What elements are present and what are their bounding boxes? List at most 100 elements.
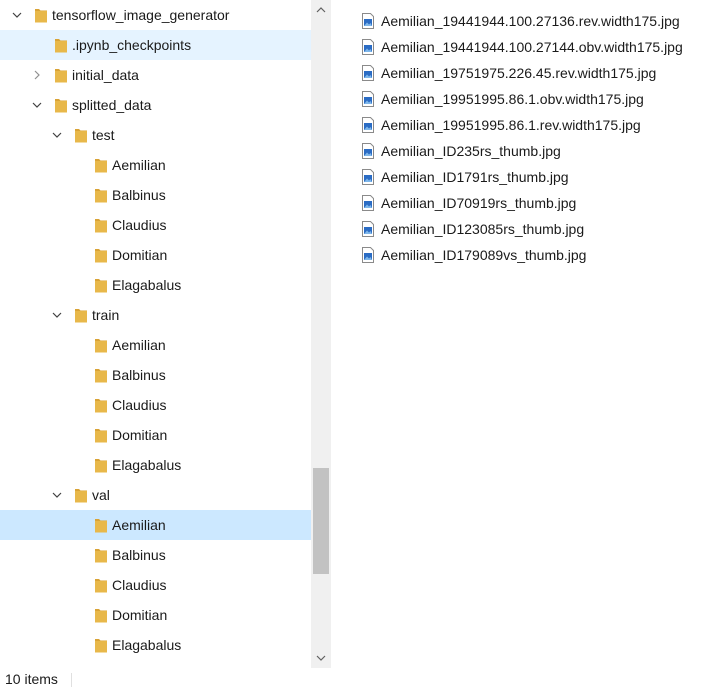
file-list: Aemilian_19441944.100.27136.rev.width175… <box>331 0 720 668</box>
nav-tree-item[interactable]: Elagabalus <box>0 630 311 660</box>
nav-tree-label: Balbinus <box>112 187 166 203</box>
folder-icon <box>94 187 108 203</box>
file-item[interactable]: Aemilian_19441944.100.27136.rev.width175… <box>361 8 680 34</box>
nav-tree-label: .ipynb_checkpoints <box>72 37 192 53</box>
nav-tree-item[interactable]: train <box>0 300 311 330</box>
file-name: Aemilian_ID179089vs_thumb.jpg <box>381 247 587 263</box>
chevron-down-icon[interactable] <box>9 0 25 30</box>
image-file-icon <box>361 117 375 133</box>
image-file-icon <box>361 247 375 263</box>
image-file-icon <box>361 169 375 185</box>
folder-icon <box>94 337 108 353</box>
image-file-icon <box>361 221 375 237</box>
file-name: Aemilian_19441944.100.27144.obv.width175… <box>381 39 683 55</box>
navigation-pane: tensorflow_image_generator .ipynb_checkpo… <box>0 0 311 668</box>
file-item[interactable]: Aemilian_ID235rs_thumb.jpg <box>361 138 561 164</box>
file-item[interactable]: Aemilian_ID70919rs_thumb.jpg <box>361 190 576 216</box>
chevron-down-icon[interactable] <box>49 120 65 150</box>
folder-icon <box>94 427 108 443</box>
nav-tree-item[interactable]: Aemilian <box>0 150 311 180</box>
nav-tree-label: Balbinus <box>112 547 166 563</box>
folder-icon <box>94 547 108 563</box>
image-file-icon <box>361 91 375 107</box>
file-item[interactable]: Aemilian_ID123085rs_thumb.jpg <box>361 216 584 242</box>
nav-tree-item[interactable]: tensorflow_image_generator <box>0 0 311 30</box>
nav-tree-item[interactable]: Claudius <box>0 390 311 420</box>
chevron-down-icon[interactable] <box>49 300 65 330</box>
chevron-right-icon[interactable] <box>29 60 45 90</box>
nav-tree-item[interactable]: Aemilian <box>0 330 311 360</box>
nav-tree-label: val <box>92 487 110 503</box>
nav-tree-label: splitted_data <box>72 97 152 113</box>
nav-tree-item[interactable]: Domitian <box>0 420 311 450</box>
file-name: Aemilian_ID70919rs_thumb.jpg <box>381 195 577 211</box>
nav-tree-item[interactable]: Domitian <box>0 240 311 270</box>
image-file-icon <box>361 143 375 159</box>
nav-tree-item[interactable]: Aemilian <box>0 510 311 540</box>
nav-scrollbar[interactable] <box>311 0 331 668</box>
nav-tree-label: tensorflow_image_generator <box>52 7 230 23</box>
folder-icon <box>94 157 108 173</box>
folder-icon <box>94 457 108 473</box>
nav-tree-item[interactable]: Balbinus <box>0 180 311 210</box>
folder-icon <box>94 277 108 293</box>
nav-tree-label: Claudius <box>112 577 167 593</box>
nav-tree-item[interactable]: val <box>0 480 311 510</box>
folder-icon <box>74 307 88 323</box>
file-item[interactable]: Aemilian_19441944.100.27144.obv.width175… <box>361 34 683 60</box>
nav-tree-item[interactable]: Elagabalus <box>0 450 311 480</box>
nav-tree-item[interactable]: Claudius <box>0 210 311 240</box>
status-bar: 10 items <box>0 668 720 692</box>
folder-icon <box>94 517 108 533</box>
file-item[interactable]: Aemilian_ID179089vs_thumb.jpg <box>361 242 586 268</box>
file-item[interactable]: Aemilian_19751975.226.45.rev.width175.jp… <box>361 60 656 86</box>
file-name: Aemilian_19751975.226.45.rev.width175.jp… <box>381 65 657 81</box>
chevron-down-icon[interactable] <box>29 90 45 120</box>
status-divider <box>71 673 72 687</box>
folder-icon <box>94 607 108 623</box>
nav-tree-label: Aemilian <box>112 517 166 533</box>
nav-tree-label: Claudius <box>112 217 167 233</box>
image-file-icon <box>361 65 375 81</box>
scroll-thumb[interactable] <box>313 468 329 574</box>
scroll-down-button[interactable] <box>311 648 331 668</box>
file-name: Aemilian_ID123085rs_thumb.jpg <box>381 221 585 237</box>
nav-tree-item[interactable]: initial_data <box>0 60 311 90</box>
nav-tree-item[interactable]: test <box>0 120 311 150</box>
image-file-icon <box>361 13 375 29</box>
folder-icon <box>74 487 88 503</box>
folder-icon <box>34 7 48 23</box>
nav-tree-label: test <box>92 127 115 143</box>
chevron-down-icon[interactable] <box>49 480 65 510</box>
folder-icon <box>94 637 108 653</box>
file-item[interactable]: Aemilian_19951995.86.1.obv.width175.jpg <box>361 86 644 112</box>
nav-tree-label: Domitian <box>112 427 168 443</box>
nav-tree-item[interactable]: splitted_data <box>0 90 311 120</box>
image-file-icon <box>361 195 375 211</box>
folder-icon <box>74 127 88 143</box>
nav-tree-item[interactable]: Claudius <box>0 570 311 600</box>
nav-tree-item[interactable]: Domitian <box>0 600 311 630</box>
file-name: Aemilian_19441944.100.27136.rev.width175… <box>381 13 680 29</box>
folder-icon <box>94 217 108 233</box>
nav-tree-label: train <box>92 307 120 323</box>
nav-tree-label: initial_data <box>72 67 139 83</box>
chevron-down-icon <box>316 655 326 661</box>
nav-tree-label: Domitian <box>112 607 168 623</box>
nav-tree-item[interactable]: Balbinus <box>0 540 311 570</box>
file-name: Aemilian_ID235rs_thumb.jpg <box>381 143 561 159</box>
nav-tree-label: Aemilian <box>112 337 166 353</box>
nav-tree-label: Balbinus <box>112 367 166 383</box>
file-name: Aemilian_ID1791rs_thumb.jpg <box>381 169 569 185</box>
file-item[interactable]: Aemilian_ID1791rs_thumb.jpg <box>361 164 569 190</box>
folder-icon <box>54 97 68 113</box>
scroll-up-button[interactable] <box>311 0 331 20</box>
nav-tree-label: Elagabalus <box>112 637 182 653</box>
nav-tree-item[interactable]: Elagabalus <box>0 270 311 300</box>
nav-tree-item[interactable]: .ipynb_checkpoints <box>0 30 311 60</box>
file-name: Aemilian_19951995.86.1.obv.width175.jpg <box>381 91 644 107</box>
nav-tree-item[interactable]: Balbinus <box>0 360 311 390</box>
file-name: Aemilian_19951995.86.1.rev.width175.jpg <box>381 117 641 133</box>
file-item[interactable]: Aemilian_19951995.86.1.rev.width175.jpg <box>361 112 641 138</box>
nav-tree-label: Elagabalus <box>112 457 182 473</box>
